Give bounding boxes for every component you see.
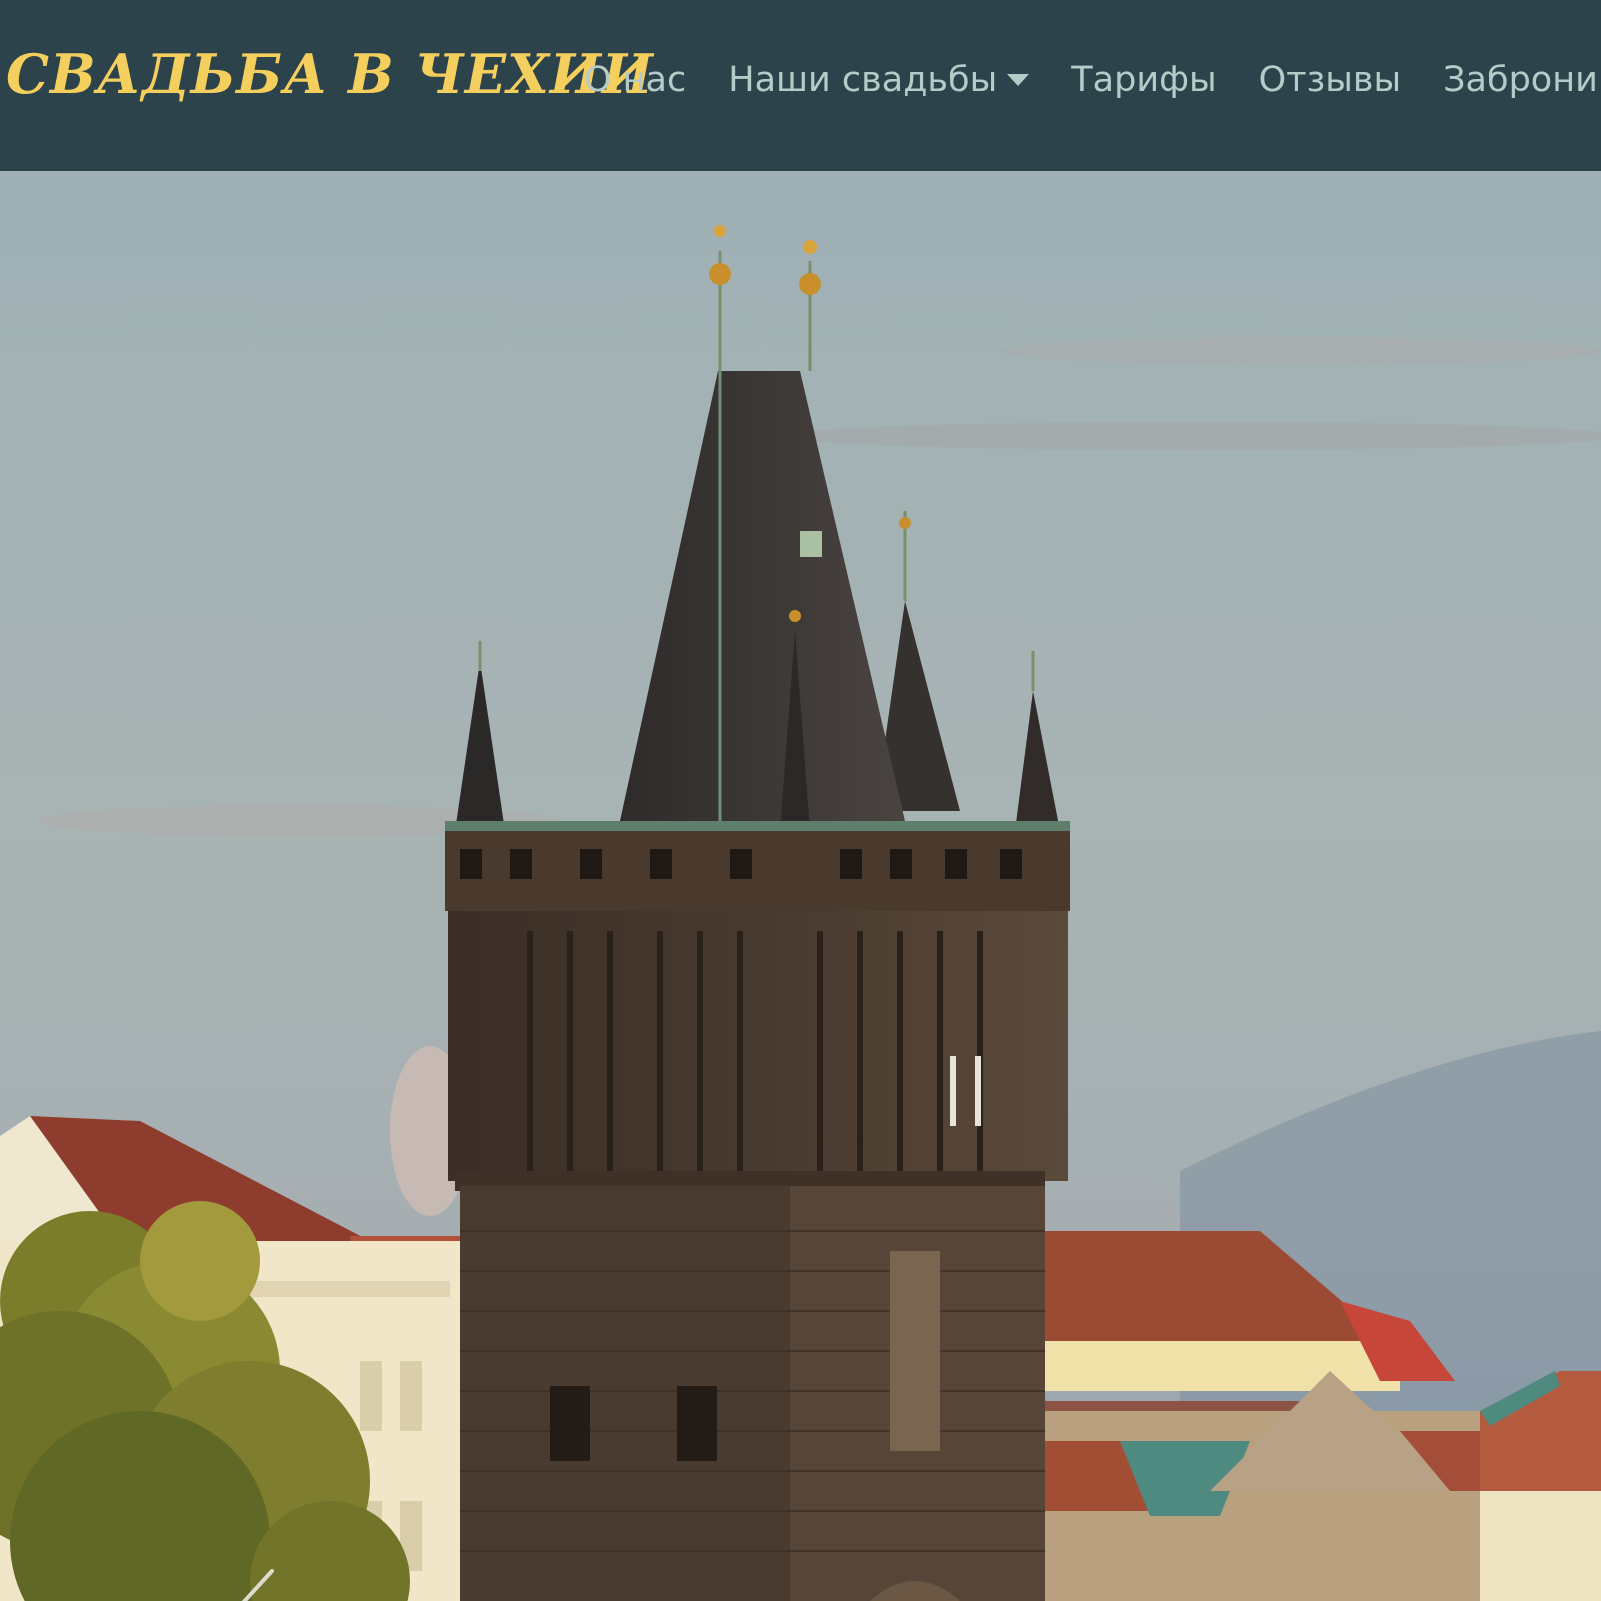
nav-item-label: Наши свадьбы: [728, 60, 998, 100]
carousel-prev-button[interactable]: [230, 1561, 290, 1601]
nav-item-book[interactable]: Забронир: [1443, 60, 1601, 100]
chevron-left-icon: [241, 1569, 274, 1601]
nav-item-label: О нас: [584, 60, 687, 100]
navbar: СВАДЬБА В ЧЕХИИ О нас Наши свадьбы Тариф…: [0, 0, 1601, 171]
hero-carousel: [0, 171, 1601, 1601]
nav-item-label: Тарифы: [1071, 60, 1217, 100]
nav-item-our-weddings[interactable]: Наши свадьбы: [728, 60, 1030, 100]
nav-item-pricing[interactable]: Тарифы: [1071, 60, 1216, 100]
nav-item-reviews[interactable]: Отзывы: [1259, 60, 1401, 100]
nav-item-label: Забронир: [1443, 60, 1601, 100]
nav-item-about[interactable]: О нас: [584, 60, 686, 100]
hero-image-prague-tower: [0, 171, 1601, 1601]
caret-down-icon: [1007, 74, 1030, 86]
brand-logo[interactable]: СВАДЬБА В ЧЕХИИ: [6, 42, 654, 106]
main-nav: О нас Наши свадьбы Тарифы Отзывы Заброни…: [584, 60, 1601, 100]
nav-item-label: Отзывы: [1258, 60, 1402, 100]
